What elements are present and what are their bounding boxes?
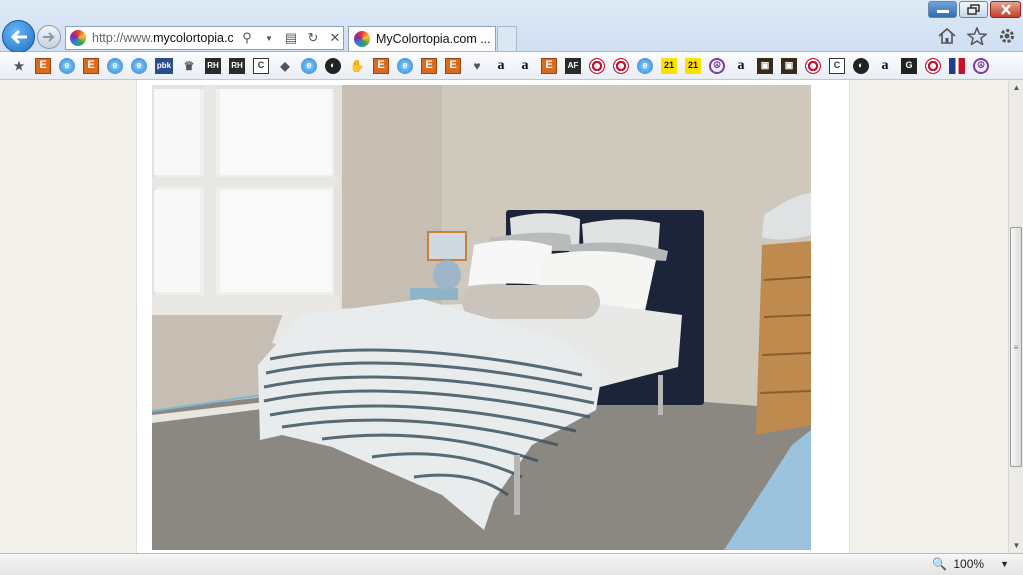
address-bar[interactable]: http://www.mycolortopia.com/c ⚲ ▼ ▤ ↻ ✕ [65, 26, 344, 50]
shopping-bag-icon[interactable]: ▣ [757, 58, 773, 74]
tab-mycolortopia[interactable]: MyColortopia.com ... ✕ [348, 26, 496, 51]
af-icon[interactable]: AF [565, 58, 581, 74]
forward-button[interactable] [37, 25, 61, 49]
gear-icon[interactable] [997, 27, 1017, 45]
tab-favicon-icon [354, 31, 370, 47]
heart-icon[interactable]: ♥ [469, 58, 485, 74]
target-icon[interactable] [613, 58, 629, 74]
search-icon[interactable]: ⚲ [239, 29, 255, 47]
forward-arrow-icon [42, 31, 56, 43]
dark-round-icon[interactable]: ◐ [325, 58, 341, 74]
address-url[interactable]: http://www.mycolortopia.com/c [92, 31, 233, 45]
hand-icon[interactable]: ✋ [349, 58, 365, 74]
minimize-button[interactable] [928, 1, 957, 18]
shopping-bag-icon[interactable]: ▣ [781, 58, 797, 74]
status-bar: 🔍 100% ▼ [0, 553, 1023, 575]
stop-icon[interactable]: ✕ [327, 29, 343, 47]
zoom-level: 100% [953, 557, 984, 571]
etsy-icon[interactable]: E [421, 58, 437, 74]
url-prefix: http://www. [92, 31, 153, 45]
ie-page-icon[interactable]: e [107, 58, 123, 74]
close-icon [1000, 4, 1012, 15]
zoom-control[interactable]: 🔍 100% ▼ [932, 557, 1009, 571]
url-domain: mycolortopia.com [153, 31, 233, 45]
home-icon[interactable] [937, 27, 957, 45]
amazon-icon[interactable]: a [877, 58, 893, 74]
ie-page-icon[interactable]: e [397, 58, 413, 74]
ie-page-icon[interactable]: e [301, 58, 317, 74]
vertical-scrollbar[interactable]: ▲ ≡ ▼ [1008, 80, 1023, 553]
scroll-down-arrow-icon[interactable]: ▼ [1009, 538, 1023, 553]
restore-button[interactable] [959, 1, 988, 18]
zoom-magnifier-icon: 🔍 [932, 557, 947, 571]
window-controls [928, 1, 1021, 18]
restore-icon [967, 4, 981, 15]
favorites-star-icon[interactable] [967, 27, 987, 45]
etsy-icon[interactable]: E [83, 58, 99, 74]
favorites-bar: ★EeEeepbk♛RHRHC◆e◐✋EeEE♥aaEAFe2121☮a▣▣C◐… [0, 52, 1023, 80]
target-icon[interactable] [589, 58, 605, 74]
refresh-icon[interactable]: ↻ [305, 29, 321, 47]
globe-icon[interactable]: e [131, 58, 147, 74]
close-window-button[interactable] [990, 1, 1021, 18]
pbk-icon[interactable]: pbk [155, 58, 173, 74]
etsy-icon[interactable]: E [541, 58, 557, 74]
forever21-icon[interactable]: 21 [685, 58, 701, 74]
bedroom-photo [152, 85, 811, 550]
scrollbar-thumb[interactable]: ≡ [1010, 227, 1022, 467]
target-icon[interactable] [805, 58, 821, 74]
content-column [136, 80, 850, 553]
rh-icon[interactable]: RH [229, 58, 245, 74]
rh-icon[interactable]: RH [205, 58, 221, 74]
amazon-icon[interactable]: a [517, 58, 533, 74]
browser-chrome: http://www.mycolortopia.com/c ⚲ ▼ ▤ ↻ ✕ … [0, 0, 1023, 52]
peace-icon[interactable]: ☮ [709, 58, 725, 74]
tab-title: MyColortopia.com ... [376, 32, 491, 46]
ie-page-icon[interactable]: e [59, 58, 75, 74]
etsy-icon[interactable]: E [445, 58, 461, 74]
flag-icon[interactable] [949, 58, 965, 74]
bookmark-icon[interactable]: ◆ [277, 58, 293, 74]
back-button[interactable] [2, 20, 35, 53]
site-favicon-icon [70, 30, 86, 46]
crown-icon[interactable]: ♛ [181, 58, 197, 74]
back-arrow-icon [9, 28, 29, 46]
compatibility-view-icon[interactable]: ▤ [283, 29, 299, 47]
amazon-icon[interactable]: a [493, 58, 509, 74]
peace-icon[interactable]: ☮ [973, 58, 989, 74]
zoom-dropdown-icon[interactable]: ▼ [1000, 559, 1009, 569]
target-icon[interactable] [925, 58, 941, 74]
amazon-icon[interactable]: a [733, 58, 749, 74]
favorites-star-icon[interactable]: ★ [11, 58, 27, 74]
g-icon[interactable]: G [901, 58, 917, 74]
dark-round-icon[interactable]: ◐ [853, 58, 869, 74]
scroll-up-arrow-icon[interactable]: ▲ [1009, 80, 1023, 95]
ie-page-icon[interactable]: e [637, 58, 653, 74]
forever21-icon[interactable]: 21 [661, 58, 677, 74]
minimize-icon [936, 6, 950, 14]
browser-toolbar-icons [937, 27, 1017, 45]
new-tab-button[interactable] [497, 26, 517, 51]
c-icon[interactable]: C [829, 58, 845, 74]
etsy-icon[interactable]: E [373, 58, 389, 74]
etsy-icon[interactable]: E [35, 58, 51, 74]
c-icon[interactable]: C [253, 58, 269, 74]
page-viewport [0, 80, 1008, 553]
dropdown-arrow-icon[interactable]: ▼ [261, 29, 277, 47]
